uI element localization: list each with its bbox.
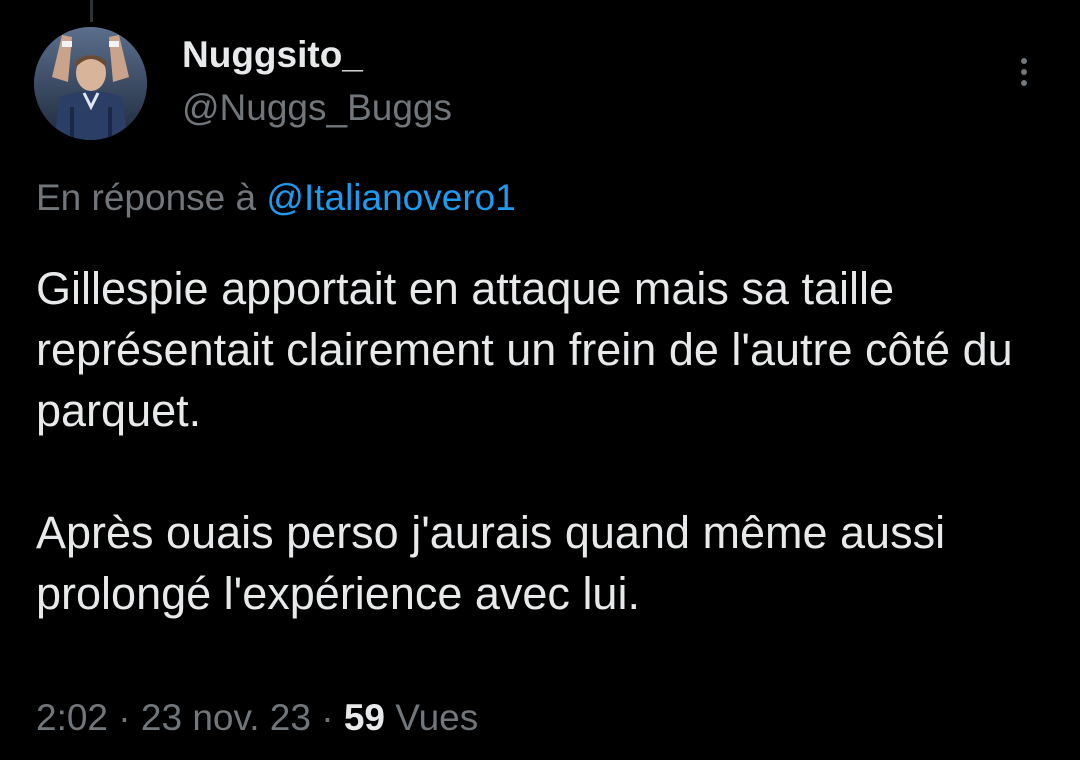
views-count[interactable]: 59	[344, 697, 385, 738]
avatar[interactable]	[34, 27, 147, 140]
more-vertical-icon[interactable]	[1004, 50, 1044, 94]
tweet-date[interactable]: 23 nov. 23	[141, 697, 311, 738]
avatar-photo	[34, 27, 147, 140]
thread-connector-line	[90, 0, 93, 22]
tweet-text: Gillespie apportait en attaque mais sa t…	[36, 258, 1056, 624]
reply-context: En réponse à @Italianovero1	[36, 176, 516, 220]
reply-prefix: En réponse à	[36, 177, 257, 218]
tweet-paragraph: Après ouais perso j'aurais quand même au…	[36, 507, 946, 619]
author-handle[interactable]: @Nuggs_Buggs	[182, 86, 452, 130]
tweet-time[interactable]: 2:02	[36, 697, 108, 738]
reply-mention-link[interactable]: @Italianovero1	[266, 177, 515, 218]
meta-separator: ·	[321, 697, 334, 738]
meta-separator: ·	[118, 697, 131, 738]
tweet-metadata: 2:02 · 23 nov. 23 · 59 Vues	[36, 696, 478, 740]
tweet-paragraph: Gillespie apportait en attaque mais sa t…	[36, 263, 1013, 436]
views-label[interactable]: Vues	[395, 697, 478, 738]
author-display-name[interactable]: Nuggsito_	[182, 33, 363, 77]
